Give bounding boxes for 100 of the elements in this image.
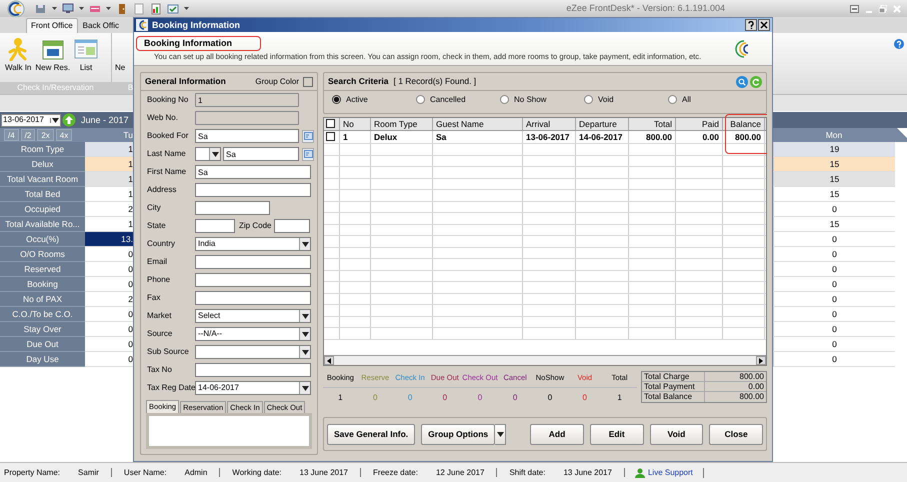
panel-title: Search Criteria: [328, 76, 388, 87]
status-radio[interactable]: Void: [584, 95, 668, 105]
column-header[interactable]: Arrival: [523, 118, 576, 130]
row-checkbox[interactable]: [326, 132, 335, 141]
save-button[interactable]: Save General Info.: [327, 424, 416, 444]
text-field[interactable]: [274, 219, 310, 233]
select-all-checkbox[interactable]: [326, 119, 335, 128]
stat-value: 1: [337, 392, 344, 403]
close-icon: [760, 21, 768, 30]
field-label: Group Color: [255, 76, 299, 86]
row-label: No of PAX: [0, 292, 85, 307]
monitor-icon[interactable]: [62, 2, 74, 14]
column-header[interactable]: Paid: [676, 118, 723, 130]
column-header[interactable]: Departure: [576, 118, 629, 130]
action-button[interactable]: Void: [650, 424, 704, 444]
text-field[interactable]: [195, 273, 311, 287]
group-options-button[interactable]: Group Options: [421, 424, 496, 444]
text-field[interactable]: 1: [195, 93, 299, 107]
action-button[interactable]: Close: [709, 424, 764, 444]
dropdown-field[interactable]: [195, 345, 311, 359]
table-cell: Sa: [433, 131, 523, 143]
text-field[interactable]: [195, 363, 311, 377]
scroll-right-button[interactable]: [756, 356, 766, 365]
column-header[interactable]: Balance: [723, 118, 765, 130]
column-header[interactable]: No: [340, 118, 371, 130]
ribbon-tab[interactable]: Back Offic: [78, 18, 124, 33]
status-radio[interactable]: No Show: [500, 95, 584, 105]
arrow-right-icon: [759, 358, 763, 364]
ribbon-button[interactable]: Ne: [113, 35, 128, 82]
dropdown-field[interactable]: Select: [195, 309, 311, 323]
status-value: 12 June 2017: [436, 468, 484, 478]
text-field[interactable]: Sa: [195, 165, 311, 179]
ribbon-button[interactable]: Walk In: [3, 35, 34, 82]
color-swatch[interactable]: [303, 76, 313, 86]
help-icon: [747, 21, 755, 30]
ribbon-button[interactable]: New Res.: [33, 35, 72, 82]
dialog-title: Booking Information: [152, 20, 240, 31]
caret-icon: [302, 314, 308, 318]
checklist-icon[interactable]: [167, 2, 179, 14]
status-radio[interactable]: Active: [332, 95, 416, 105]
row-label: Occu(%): [0, 232, 85, 247]
row-label: Day Use: [0, 352, 85, 367]
arrow-up-icon[interactable]: [62, 113, 76, 127]
restore-icon[interactable]: [879, 4, 887, 12]
search-icon[interactable]: [736, 76, 748, 88]
action-button[interactable]: Edit: [590, 424, 644, 444]
field-label: Zip Code: [239, 221, 272, 231]
text-field[interactable]: [195, 255, 311, 269]
title-dropdown[interactable]: [195, 147, 221, 161]
live-support-link[interactable]: Live Support: [624, 468, 704, 478]
notes-field[interactable]: [146, 413, 312, 449]
stat-value: 0: [442, 392, 448, 403]
dropdown-field[interactable]: India: [195, 237, 311, 251]
field-label: Email: [147, 257, 168, 267]
column-header[interactable]: Guest Name: [433, 118, 523, 130]
lookup-button[interactable]: [302, 130, 314, 142]
column-header[interactable]: Total: [629, 118, 676, 130]
status-radio[interactable]: Cancelled: [416, 95, 500, 105]
field-label: City: [147, 203, 162, 213]
row-label: Booking: [0, 277, 85, 292]
dropdown-field[interactable]: --N/A--: [195, 327, 311, 341]
resize-icon[interactable]: [850, 4, 859, 12]
table-cell: 1: [85, 172, 133, 187]
field-label: Tax Reg Date: [147, 383, 195, 393]
card-icon: [304, 150, 312, 158]
month-label: June - 2017: [81, 114, 129, 126]
action-button[interactable]: Add: [530, 424, 584, 444]
text-field[interactable]: [195, 111, 299, 125]
text-field[interactable]: [195, 219, 235, 233]
column-header[interactable]: Room Type: [371, 118, 433, 130]
status-label: Property Name:: [4, 468, 60, 478]
table-cell: 15: [773, 172, 895, 187]
text-field[interactable]: Sa: [223, 147, 299, 161]
ribbon-tab[interactable]: Front Office: [26, 18, 78, 33]
field-label: Phone: [147, 275, 172, 285]
door-icon[interactable]: [116, 2, 128, 14]
ribbon-button[interactable]: List: [72, 35, 100, 82]
stat-value: 0: [546, 392, 554, 403]
text-field[interactable]: [195, 291, 311, 305]
table-cell: 19: [773, 142, 895, 157]
column-header: Tu: [122, 129, 133, 142]
text-field[interactable]: [195, 183, 311, 197]
report-icon[interactable]: [150, 2, 162, 14]
dropdown-field[interactable]: 14-06-2017: [195, 381, 311, 395]
field-label: State: [147, 221, 167, 231]
dropdown-button[interactable]: [495, 424, 506, 444]
caret-icon: [496, 432, 504, 436]
close-button[interactable]: [758, 19, 770, 32]
date-field[interactable]: 13-06-2017: [1, 114, 61, 126]
table-cell: 0.00: [676, 131, 723, 143]
refresh-icon[interactable]: [750, 76, 762, 88]
text-field[interactable]: [195, 201, 270, 215]
lookup-button[interactable]: [302, 148, 314, 160]
help-button[interactable]: [745, 19, 757, 32]
row-label: Reserved: [0, 262, 85, 277]
text-field[interactable]: Sa: [195, 129, 299, 143]
help-icon[interactable]: [894, 39, 904, 49]
scroll-left-button[interactable]: [324, 356, 334, 365]
field-label: Source: [147, 329, 174, 339]
status-radio[interactable]: All: [668, 95, 752, 105]
